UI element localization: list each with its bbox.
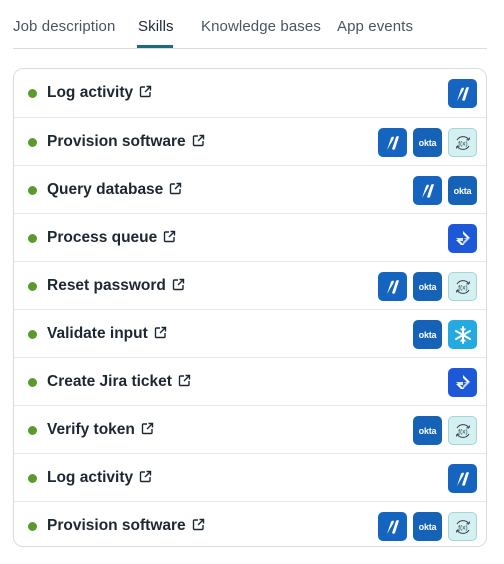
tab-bar: Job description Skills Knowledge bases A…	[13, 0, 487, 49]
okta-icon: okta	[413, 512, 442, 541]
status-dot	[28, 138, 37, 147]
svg-text:f(x): f(x)	[458, 428, 467, 435]
brand-app-icon	[448, 464, 477, 493]
tab-knowledge-bases[interactable]: Knowledge bases	[201, 18, 321, 35]
jira-icon	[448, 224, 477, 253]
skill-name-link[interactable]: Log activity	[47, 469, 152, 488]
brand-app-icon	[378, 512, 407, 541]
brand-app-icon	[413, 176, 442, 205]
okta-icon: okta	[413, 320, 442, 349]
status-dot	[28, 330, 37, 339]
skill-row[interactable]: Provision software okta f(x)	[14, 117, 486, 165]
brand-app-icon	[378, 128, 407, 157]
skill-row[interactable]: Create Jira ticket	[14, 357, 486, 405]
jira-icon	[448, 368, 477, 397]
okta-icon: okta	[448, 176, 477, 205]
skill-row[interactable]: Verify token okta f(x)	[14, 405, 486, 453]
skill-row[interactable]: Reset password okta f(x)	[14, 261, 486, 309]
skill-name-link[interactable]: Create Jira ticket	[47, 373, 191, 392]
brand-app-icon	[378, 272, 407, 301]
external-link-icon[interactable]	[172, 278, 185, 296]
tab-job-description[interactable]: Job description	[13, 18, 115, 35]
skill-name-label: Verify token	[47, 421, 135, 438]
skill-name-label: Reset password	[47, 277, 166, 294]
cycle-app-icon: f(x)	[448, 416, 477, 445]
connected-apps: okta	[413, 176, 477, 205]
connected-apps: okta f(x)	[378, 128, 477, 157]
connected-apps: okta f(x)	[413, 416, 477, 445]
cycle-app-icon: f(x)	[448, 128, 477, 157]
status-dot	[28, 186, 37, 195]
brand-app-icon	[448, 79, 477, 108]
connected-apps	[448, 368, 477, 397]
svg-text:f(x): f(x)	[458, 284, 467, 291]
skill-name-label: Provision software	[47, 133, 186, 150]
external-link-icon[interactable]	[141, 422, 154, 440]
skill-name-label: Query database	[47, 181, 164, 198]
svg-text:f(x): f(x)	[458, 524, 467, 531]
skill-name-link[interactable]: Provision software	[47, 133, 205, 152]
tab-skills[interactable]: Skills	[138, 18, 174, 35]
status-dot	[28, 474, 37, 483]
connected-apps: okta f(x)	[378, 272, 477, 301]
skill-row[interactable]: Log activity	[14, 69, 486, 117]
connected-apps	[448, 224, 477, 253]
skill-name-link[interactable]: Reset password	[47, 277, 185, 296]
skill-name-label: Create Jira ticket	[47, 373, 172, 390]
connected-apps	[448, 79, 477, 108]
skills-list: Log activity Provision software okta f(x) Qu…	[13, 68, 487, 547]
skill-name-label: Provision software	[47, 517, 186, 534]
active-tab-indicator	[137, 45, 173, 48]
skill-name-link[interactable]: Query database	[47, 181, 182, 200]
skill-row[interactable]: Log activity	[14, 453, 486, 501]
skill-row[interactable]: Validate input okta	[14, 309, 486, 357]
skill-name-label: Log activity	[47, 469, 134, 486]
cycle-app-icon: f(x)	[448, 272, 477, 301]
external-link-icon[interactable]	[163, 230, 176, 248]
status-dot	[28, 234, 37, 243]
external-link-icon[interactable]	[139, 470, 152, 488]
connected-apps	[448, 464, 477, 493]
skill-name-label: Process queue	[47, 229, 158, 246]
skill-name-link[interactable]: Process queue	[47, 229, 176, 248]
skill-name-label: Validate input	[47, 325, 148, 342]
skill-name-label: Log activity	[47, 84, 134, 101]
snowflake-icon	[448, 320, 477, 349]
cycle-app-icon: f(x)	[448, 512, 477, 541]
status-dot	[28, 89, 37, 98]
skill-row[interactable]: Query database okta	[14, 165, 486, 213]
connected-apps: okta f(x)	[378, 512, 477, 541]
external-link-icon[interactable]	[139, 85, 152, 103]
connected-apps: okta	[413, 320, 477, 349]
external-link-icon[interactable]	[169, 182, 182, 200]
tab-app-events[interactable]: App events	[337, 18, 413, 35]
external-link-icon[interactable]	[192, 134, 205, 152]
skill-name-link[interactable]: Provision software	[47, 517, 205, 536]
okta-icon: okta	[413, 272, 442, 301]
skill-row[interactable]: Provision software okta f(x)	[14, 501, 486, 546]
skill-name-link[interactable]: Verify token	[47, 421, 154, 440]
external-link-icon[interactable]	[178, 374, 191, 392]
status-dot	[28, 522, 37, 531]
status-dot	[28, 378, 37, 387]
skill-name-link[interactable]: Log activity	[47, 84, 152, 103]
external-link-icon[interactable]	[154, 326, 167, 344]
okta-icon: okta	[413, 128, 442, 157]
status-dot	[28, 282, 37, 291]
status-dot	[28, 426, 37, 435]
external-link-icon[interactable]	[192, 518, 205, 536]
skill-row[interactable]: Process queue	[14, 213, 486, 261]
skill-name-link[interactable]: Validate input	[47, 325, 167, 344]
svg-text:f(x): f(x)	[458, 140, 467, 147]
okta-icon: okta	[413, 416, 442, 445]
